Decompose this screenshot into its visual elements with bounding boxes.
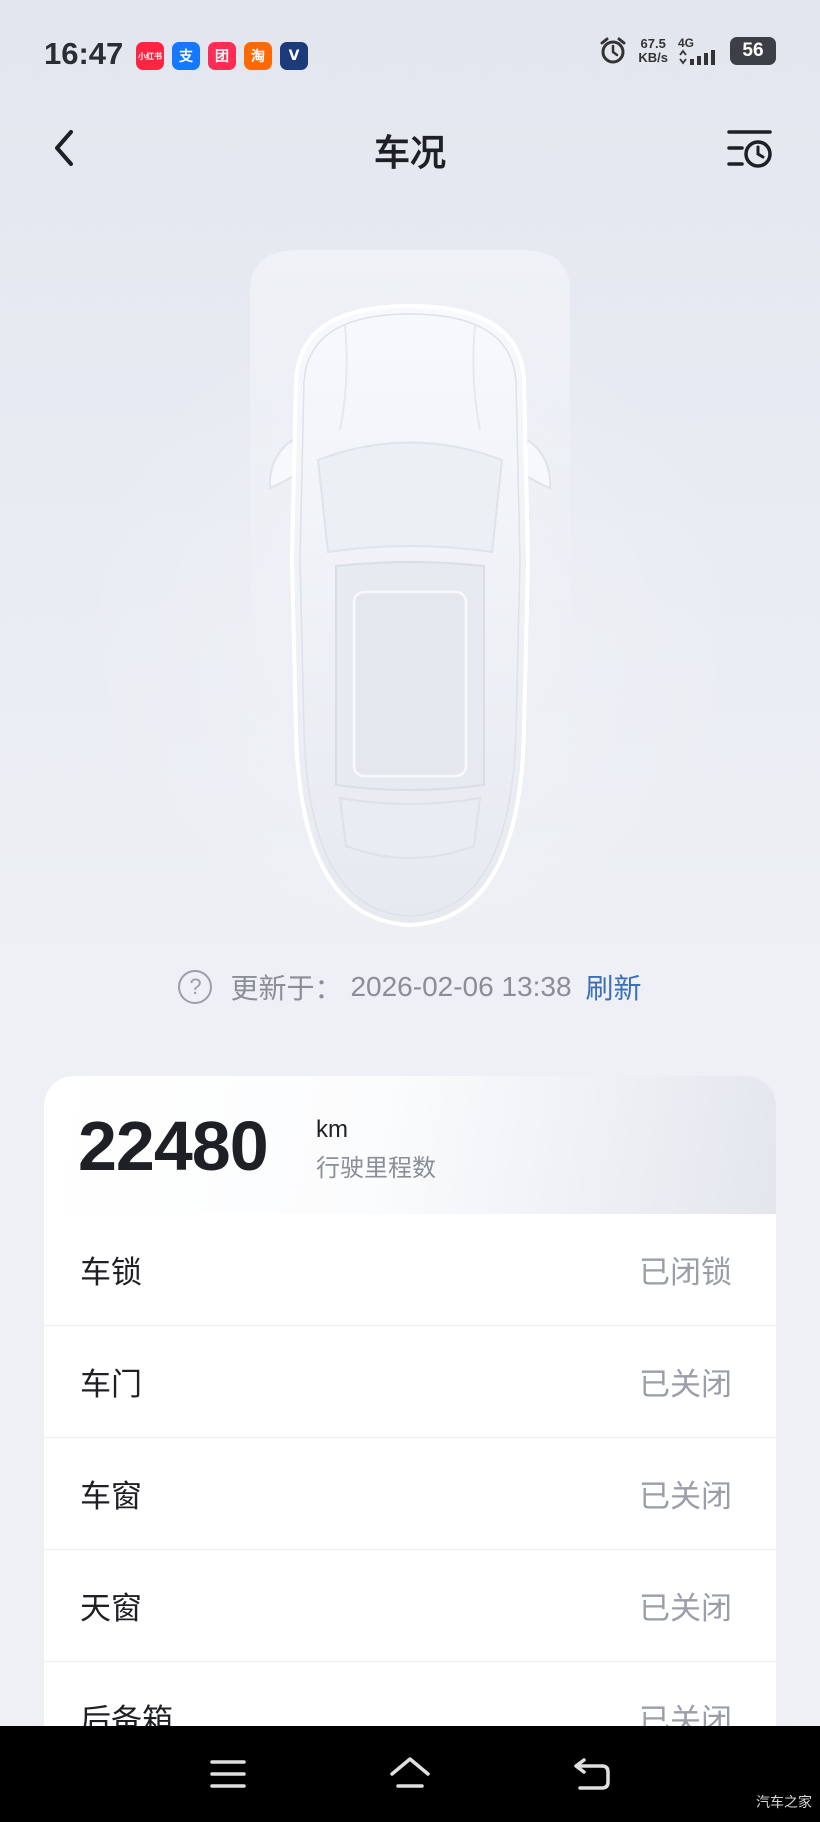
vehicle-status-card: 22480 km 行驶里程数 车锁 已闭锁 车门 已关闭 车窗 已关闭 天窗 已… (44, 1076, 776, 1822)
alipay-app-glyph: 支 (179, 49, 193, 65)
status-label: 车锁 (80, 1255, 142, 1291)
page-title: 车况 (373, 133, 446, 174)
update-timestamp: 2026-02-06 13:38 (350, 971, 572, 1002)
update-info: ? 更新于： 2026-02-06 13:38 刷新 (0, 962, 820, 1012)
history-list-icon (727, 130, 772, 168)
home-button[interactable] (380, 1746, 440, 1802)
alarm-clock-icon (600, 37, 626, 64)
status-row-sunroof: 天窗 已关闭 (44, 1549, 776, 1661)
meituan-group-app-glyph: 团 (215, 49, 229, 65)
network-speed: 67.5 KB/s (638, 37, 668, 65)
status-bar: 16:47 小红书 支 团 淘 V 67.5 KB/s 4G 56 (0, 0, 820, 110)
battery-level: 56 (742, 40, 764, 61)
status-value: 已关闭 (639, 1479, 732, 1515)
mileage-header: 22480 km 行驶里程数 (44, 1076, 776, 1214)
status-label: 车门 (80, 1367, 142, 1403)
status-row-windows: 车窗 已关闭 (44, 1437, 776, 1549)
network-speed-value: 67.5 (640, 36, 666, 51)
menu-icon (210, 1760, 246, 1788)
top-nav-bar: 车况 (0, 110, 820, 190)
battery-indicator: 56 (730, 37, 776, 65)
mileage-label: 行驶里程数 (316, 1154, 436, 1182)
update-prefix: 更新于： (230, 972, 343, 1005)
cellular-signal: 4G (678, 37, 720, 65)
changan-app-icon: V (280, 42, 308, 70)
status-value: 已关闭 (639, 1367, 732, 1403)
status-value: 已闭锁 (639, 1255, 732, 1291)
history-button[interactable] (720, 118, 780, 178)
vehicle-illustration (0, 230, 820, 950)
return-icon (574, 1758, 610, 1790)
menu-button[interactable] (198, 1746, 258, 1802)
status-indicators: 67.5 KB/s 4G 56 (598, 36, 776, 66)
status-list: 车锁 已闭锁 车门 已关闭 车窗 已关闭 天窗 已关闭 后备箱 已关闭 (44, 1214, 776, 1773)
watermark: 汽车之家 (756, 1795, 812, 1811)
car-top-view-image (250, 250, 570, 928)
meituan-group-app-icon: 团 (208, 42, 236, 70)
network-type: 4G (678, 36, 695, 50)
home-icon (390, 1757, 430, 1788)
system-navigation-bar: 汽车之家 (0, 1726, 820, 1822)
taobao-app-glyph: 淘 (251, 49, 265, 65)
status-label: 车窗 (80, 1479, 142, 1515)
xiaohongshu-app-glyph: 小红书 (138, 51, 162, 61)
signal-bars-icon (679, 49, 715, 65)
status-row-doors: 车门 已关闭 (44, 1325, 776, 1437)
status-time: 16:47 (44, 36, 124, 71)
alipay-app-icon: 支 (172, 42, 200, 70)
help-question-icon[interactable]: ? (178, 970, 213, 1004)
taobao-app-icon: 淘 (244, 42, 272, 70)
network-speed-unit: KB/s (638, 50, 668, 65)
mileage-value: 22480 (78, 1107, 269, 1185)
notification-app-icons: 小红书 支 团 淘 V (136, 42, 308, 70)
back-nav-button[interactable] (562, 1746, 622, 1802)
status-label: 天窗 (80, 1591, 142, 1627)
refresh-link[interactable]: 刷新 (586, 967, 642, 1007)
status-value: 已关闭 (639, 1591, 732, 1627)
changan-app-glyph: V (288, 48, 300, 64)
mileage-unit: km (316, 1116, 348, 1143)
status-row-lock: 车锁 已闭锁 (44, 1214, 776, 1325)
xiaohongshu-app-icon: 小红书 (136, 42, 164, 70)
